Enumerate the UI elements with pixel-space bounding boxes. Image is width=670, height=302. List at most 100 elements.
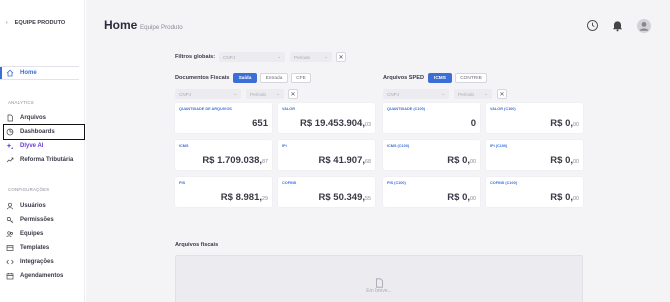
sidebar-item-label: Reforma Tributária [20,157,74,163]
home-icon [6,69,14,77]
sidebar-item-integracoes[interactable]: Integrações [6,255,85,269]
card-label: COFINS (C100) [490,181,518,185]
chevron-down-icon: ⌄ [276,91,280,96]
bell-icon[interactable] [611,19,624,32]
team-switcher[interactable]: ‹ EQUIPE PRODUTO [6,20,65,26]
card-value: 651 [252,118,268,129]
user-icon [6,202,14,210]
sped-card-valor: VALOR (C100) R$ 0,00 [486,103,583,133]
sidebar-item-label: Agendamentos [20,273,64,279]
trending-up-icon [6,156,14,164]
arquivos-fiscais-title: Arquivos fiscais [175,242,219,248]
sidebar-item-label: Arquivos [20,115,47,121]
select-placeholder: Período [250,91,267,97]
card-value: R$ 19.453.904,03 [300,118,371,129]
template-icon [6,244,14,252]
card-label: COFINS [282,181,297,185]
page-title: Home [104,18,138,32]
file-icon [6,114,14,122]
card-value: R$ 0,00 [550,192,579,203]
docs-card-valor: VALOR R$ 19.453.904,03 [278,103,375,133]
sidebar-item-label: Integrações [20,259,54,265]
docs-section-title: Documentos Fiscais [175,75,230,81]
card-value: R$ 0,00 [550,118,579,129]
sped-clear-button[interactable]: ✕ [497,89,507,99]
card-label: IPI (C100) [490,144,508,148]
global-cnpj-select[interactable]: CNPJ ⌄ [219,52,285,62]
select-placeholder: Período [458,91,475,97]
sidebar-item-agendamentos[interactable]: Agendamentos [6,269,85,283]
global-periodo-select[interactable]: Período ⌄ [290,52,332,62]
card-label: ICMS (C100) [387,144,410,148]
chevron-down-icon: ⌄ [233,91,237,96]
sped-card-quantidade: QUANTIDADE (C100) 0 [383,103,480,133]
card-value: R$ 0,00 [447,155,476,166]
tab-cfe[interactable]: CFE [291,73,311,83]
sidebar-item-label: Permissões [20,217,54,223]
arquivos-fiscais-panel: Em breve... [175,255,583,302]
card-label: QUANTIDADE DE ARQUIVOS [179,107,232,111]
card-label: VALOR (C100) [490,107,516,111]
sped-card-icms: ICMS (C100) R$ 0,00 [383,140,480,170]
sidebar-item-label: Home [20,70,37,76]
docs-periodo-select[interactable]: Período ⌄ [246,89,284,99]
sped-section-title: Arquivos SPED [383,75,425,81]
team-icon [6,230,14,238]
sidebar-item-permissoes[interactable]: Permissões [6,213,85,227]
key-icon [6,216,14,224]
docs-card-cofins: COFINS R$ 50.349,55 [278,177,375,207]
chevron-down-icon: ⌄ [277,54,281,59]
sidebar-item-templates[interactable]: Templates [6,241,85,255]
docs-card-icms: ICMS R$ 1.709.038,87 [175,140,272,170]
tab-icms[interactable]: ICMS [428,73,452,83]
docs-card-quantidade: QUANTIDADE DE ARQUIVOS 651 [175,103,272,133]
card-label: PIS [179,181,186,185]
sped-card-ipi: IPI (C100) R$ 0,00 [486,140,583,170]
code-icon [6,258,14,266]
card-label: IPI [282,144,287,148]
sped-periodo-select[interactable]: Período ⌄ [454,89,492,99]
sidebar-item-equipes[interactable]: Equipes [6,227,85,241]
docs-card-pis: PIS R$ 8.981,29 [175,177,272,207]
docs-clear-button[interactable]: ✕ [288,89,298,99]
sparkle-icon [6,142,14,150]
card-value: R$ 0,00 [550,155,579,166]
empty-state-text: Em breve... [366,288,392,294]
document-icon [375,275,384,288]
chevron-down-icon: ⌄ [484,91,488,96]
sidebar-item-home[interactable]: Home [0,66,79,80]
sidebar-item-reforma-tributaria[interactable]: Reforma Tributária [6,153,85,167]
sidebar-item-usuarios[interactable]: Usuários [6,199,85,213]
select-placeholder: CNPJ [387,91,399,97]
card-label: ICMS [179,144,189,148]
card-label: VALOR [282,107,296,111]
tab-saida[interactable]: Saída [233,73,257,83]
card-value: R$ 1.709.038,87 [202,155,268,166]
sidebar-item-arquivos[interactable]: Arquivos [6,111,85,125]
history-icon[interactable] [586,19,599,32]
calendar-icon [6,272,14,280]
tab-entrada[interactable]: Entrada [260,73,288,83]
page-subtitle: Equipe Produto [140,24,183,31]
sped-cnpj-select[interactable]: CNPJ ⌄ [383,89,449,99]
section-configuracoes: CONFIGURAÇÕES [8,187,50,192]
docs-card-ipi: IPI R$ 41.907,68 [278,140,375,170]
sped-card-cofins: COFINS (C100) R$ 0,00 [486,177,583,207]
select-placeholder: Período [294,54,311,60]
sidebar-item-dlyve-ai[interactable]: Dlyve AI [6,139,85,153]
team-name: EQUIPE PRODUTO [14,20,66,26]
card-value: R$ 0,00 [447,192,476,203]
user-avatar-icon[interactable] [637,19,651,33]
sidebar-item-label: Templates [20,245,50,251]
docs-cnpj-select[interactable]: CNPJ ⌄ [175,89,241,99]
sidebar-item-dashboards[interactable]: Dashboards [3,124,85,140]
card-label: PIS (C100) [387,181,406,185]
sidebar-item-label: Usuários [20,203,46,209]
chevron-down-icon: ⌄ [441,91,445,96]
dashboard-icon [6,128,14,136]
select-placeholder: CNPJ [179,91,191,97]
card-value: R$ 50.349,55 [318,192,371,203]
select-placeholder: CNPJ [223,54,235,60]
tab-contrib[interactable]: CONTRIB [455,73,487,83]
global-clear-button[interactable]: ✕ [336,52,346,62]
